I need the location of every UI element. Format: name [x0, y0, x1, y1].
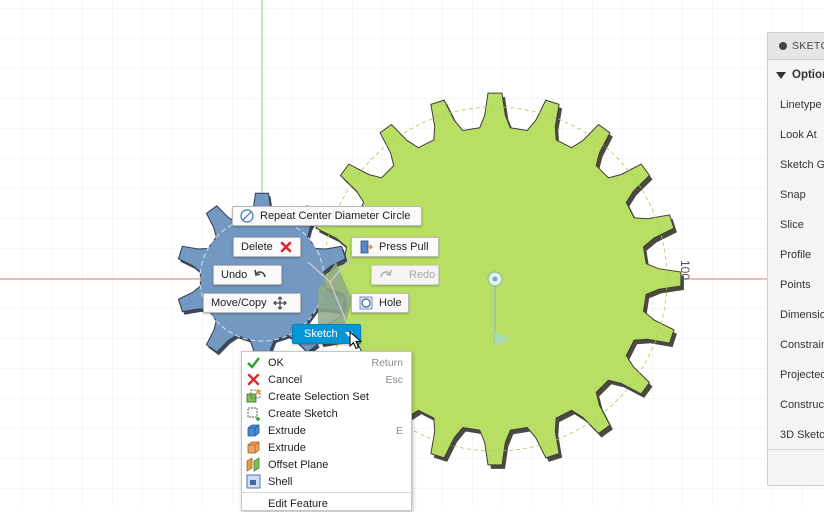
palette-row-3d-sketch[interactable]: 3D Sketc — [768, 420, 824, 450]
context-menu-item-edit-feature[interactable]: Edit Feature — [242, 495, 411, 512]
options-label: Option — [792, 69, 824, 81]
undo-button[interactable]: Undo — [213, 265, 282, 285]
context-menu-item-shell[interactable]: Shell — [242, 473, 411, 490]
redo-arrow-icon — [380, 269, 392, 278]
context-menu-item-extrude[interactable]: Extrude E — [242, 422, 411, 439]
sketch-label: Sketch — [304, 328, 338, 340]
palette-row-points[interactable]: Points — [768, 270, 824, 300]
hole-icon — [359, 296, 373, 310]
create-sketch-icon — [247, 407, 260, 421]
check-icon — [247, 357, 260, 369]
palette-row-constraints[interactable]: Constrain — [768, 330, 824, 360]
redo-label: Redo — [409, 269, 436, 281]
palette-row-dimensions[interactable]: Dimensio — [768, 300, 824, 330]
mouse-cursor-icon — [349, 331, 363, 350]
move-copy-label: Move/Copy — [211, 297, 267, 309]
cancel-x-icon — [247, 373, 260, 386]
sketch-palette-header[interactable]: SKETC — [768, 33, 824, 60]
sketch-palette: SKETC Option Linetype Look At Sketch G S… — [767, 32, 824, 486]
context-menu: OK Return Cancel Esc Create Selection Se… — [241, 351, 412, 511]
press-pull-icon — [360, 240, 373, 254]
delete-label: Delete — [241, 241, 273, 253]
palette-row-linetype[interactable]: Linetype — [768, 90, 824, 120]
redo-button[interactable]: Redo — [371, 265, 439, 285]
hole-label: Hole — [379, 297, 402, 309]
context-menu-item-offset-plane[interactable]: Offset Plane — [242, 456, 411, 473]
options-expand-icon — [776, 71, 786, 79]
context-menu-item-extrude-2[interactable]: Extrude — [242, 439, 411, 456]
selection-set-icon — [246, 389, 261, 403]
context-menu-item-cancel[interactable]: Cancel Esc — [242, 371, 411, 388]
palette-footer-divider — [768, 449, 824, 450]
shell-icon — [246, 474, 261, 489]
palette-row-slice[interactable]: Slice — [768, 210, 824, 240]
press-pull-button[interactable]: Press Pull — [351, 237, 439, 257]
context-menu-item-create-sketch[interactable]: Create Sketch — [242, 405, 411, 422]
repeat-center-diameter-circle-button[interactable]: Repeat Center Diameter Circle — [232, 206, 422, 226]
context-menu-item-ok[interactable]: OK Return — [242, 354, 411, 371]
palette-row-snap[interactable]: Snap — [768, 180, 824, 210]
dimension-text[interactable]: 100 — [678, 260, 692, 280]
palette-row-look-at[interactable]: Look At — [768, 120, 824, 150]
undo-label: Undo — [221, 269, 248, 281]
palette-row-sketch-grid[interactable]: Sketch G — [768, 150, 824, 180]
palette-options-section[interactable]: Option — [768, 60, 824, 90]
offset-plane-icon — [246, 457, 260, 472]
palette-title: SKETC — [792, 40, 824, 52]
repeat-label: Repeat Center Diameter Circle — [260, 210, 411, 222]
undo-arrow-icon — [254, 269, 267, 278]
extrude-icon — [247, 424, 260, 437]
hole-button[interactable]: Hole — [351, 293, 409, 313]
palette-row-profile[interactable]: Profile — [768, 240, 824, 270]
delete-button[interactable]: Delete — [233, 237, 301, 257]
extrude-orange-icon — [247, 441, 260, 454]
context-menu-item-create-selection-set[interactable]: Create Selection Set — [242, 388, 411, 405]
palette-row-projected[interactable]: Projected — [768, 360, 824, 390]
palette-collapse-icon[interactable] — [779, 42, 787, 50]
palette-row-construction[interactable]: Construc — [768, 390, 824, 420]
press-pull-label: Press Pull — [379, 241, 429, 253]
center-diameter-circle-icon — [240, 209, 254, 223]
context-menu-separator — [242, 492, 411, 493]
delete-x-icon — [280, 241, 292, 253]
move-copy-button[interactable]: Move/Copy — [203, 293, 301, 313]
move-arrows-icon — [272, 296, 287, 310]
